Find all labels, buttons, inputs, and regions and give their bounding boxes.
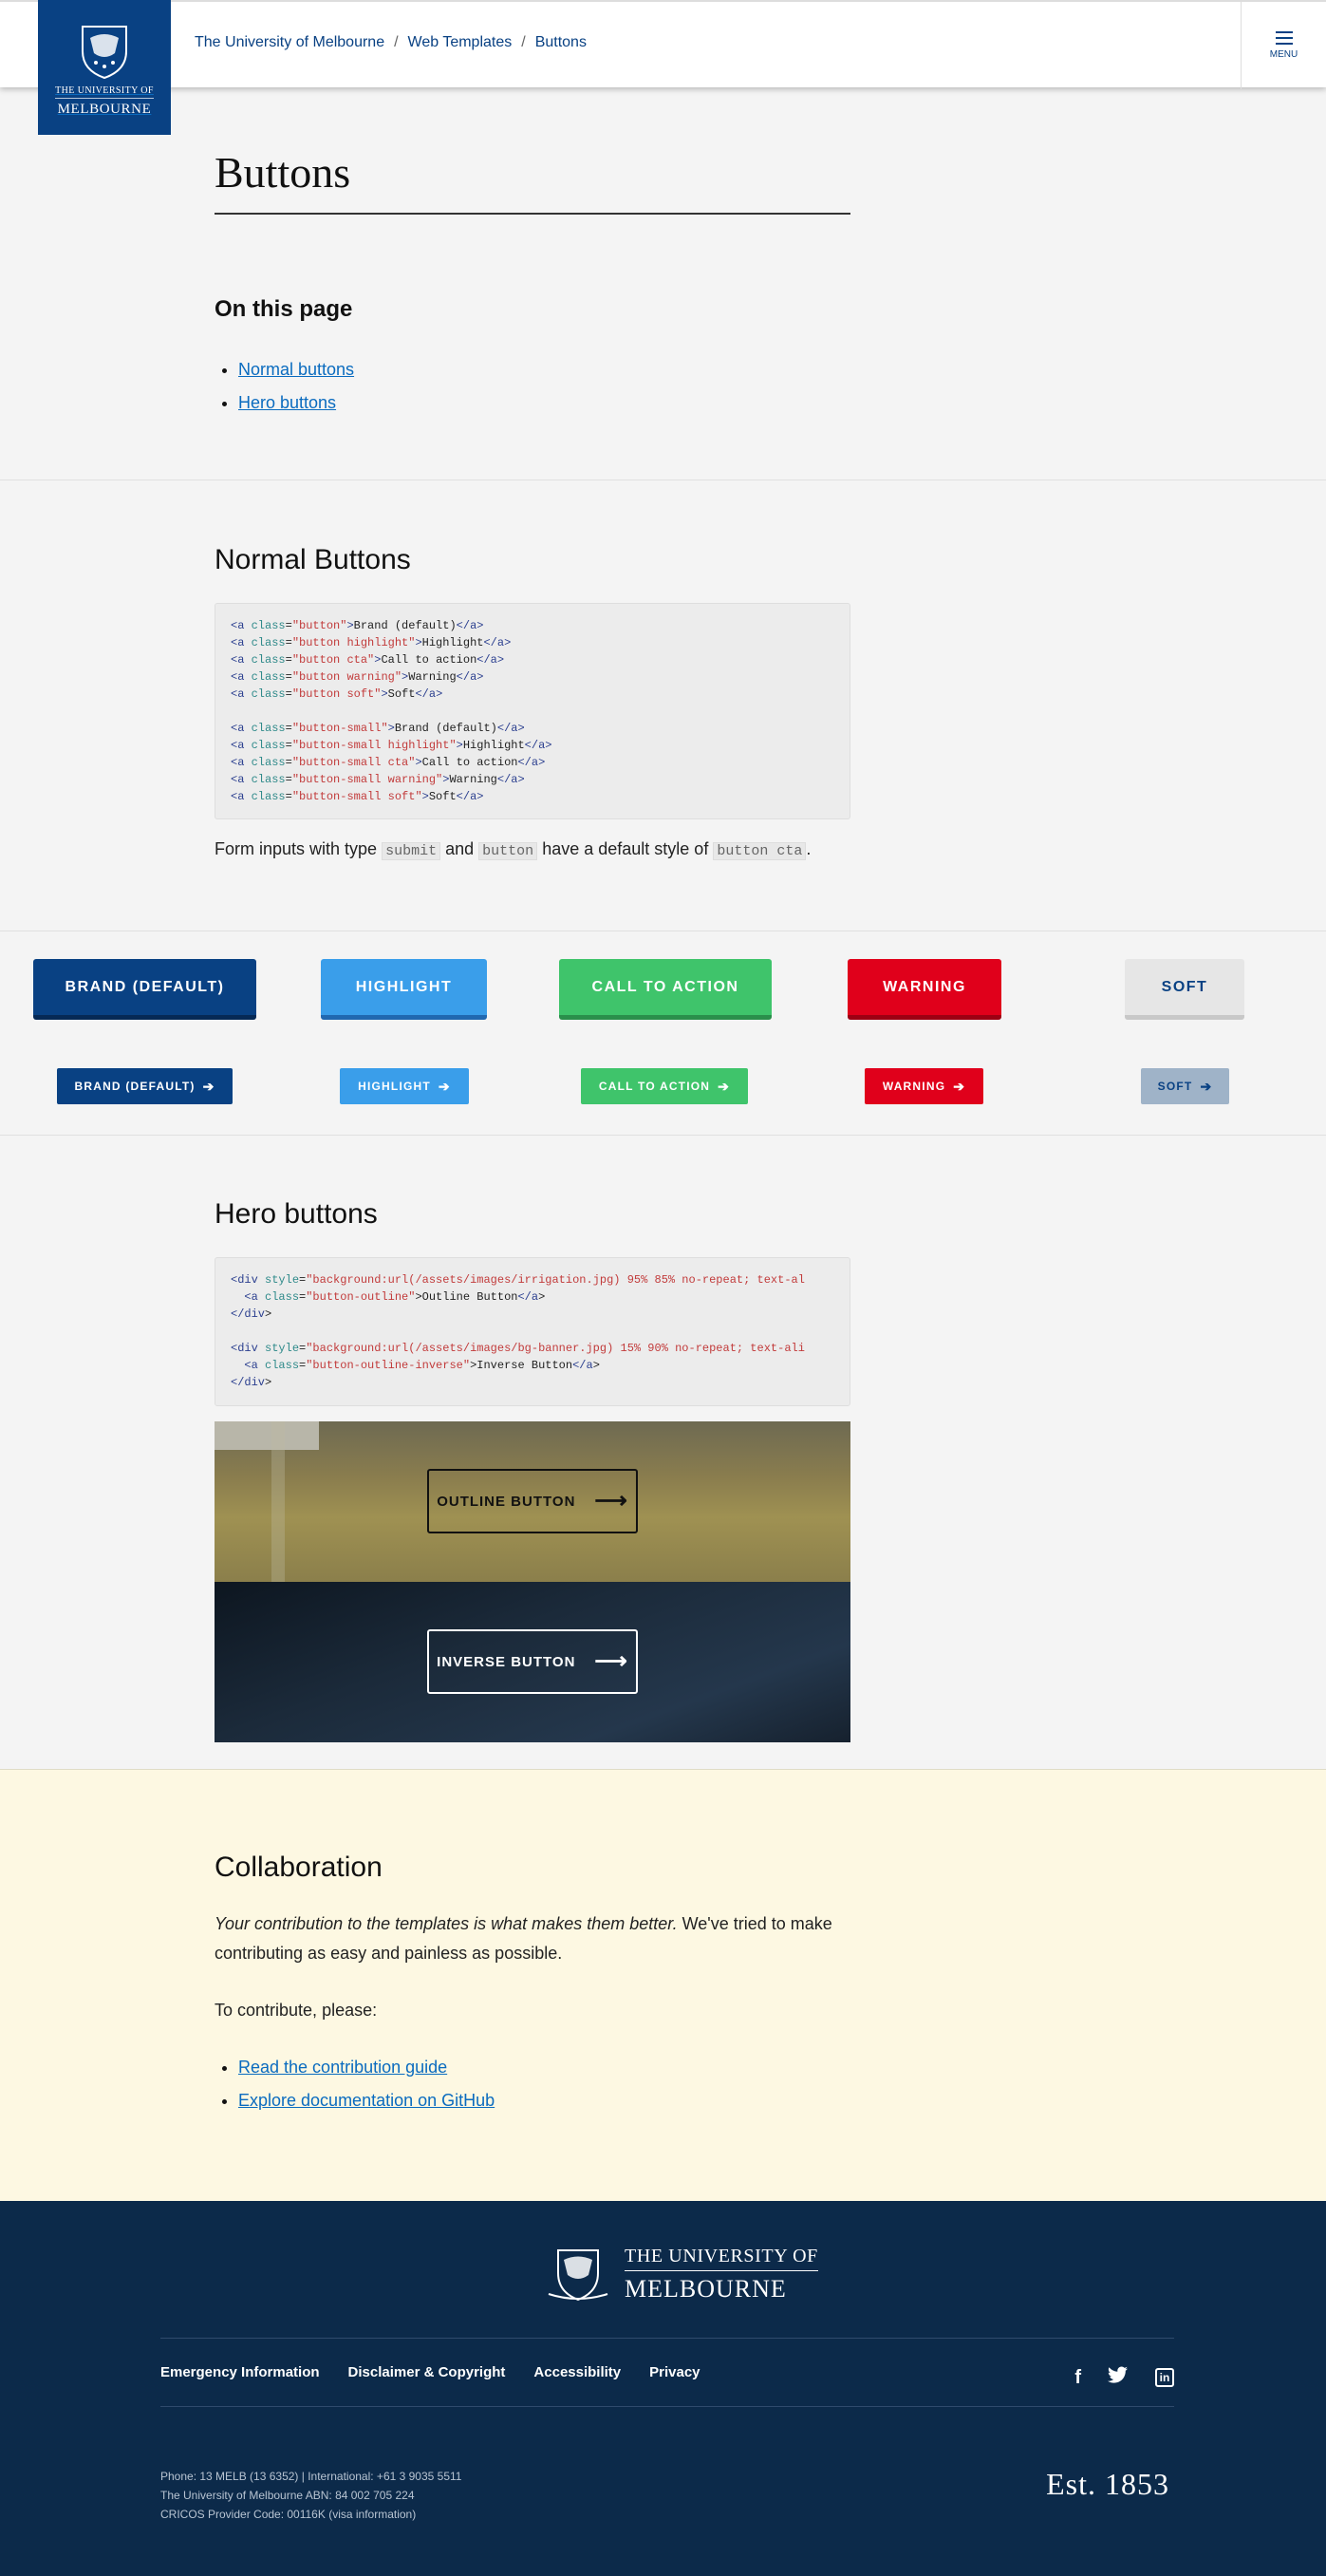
collaboration-heading: Collaboration	[215, 1852, 383, 1883]
breadcrumb-separator: /	[394, 34, 399, 50]
hero-buttons-heading: Hero buttons	[215, 1198, 378, 1230]
footer-contact-info: Phone: 13 MELB (13 6352) | International…	[160, 2467, 461, 2524]
toc-item: Hero buttons	[238, 386, 850, 420]
toc-link-hero-buttons[interactable]: Hero buttons	[238, 393, 336, 412]
footer-logo[interactable]: THE UNIVERSITY OF MELBOURNE	[545, 2245, 818, 2303]
table-of-contents: Normal buttons Hero buttons	[215, 353, 850, 420]
section-divider	[0, 479, 1326, 480]
crest-icon	[548, 2249, 608, 2302]
breadcrumb-separator: /	[521, 34, 526, 50]
soft-small-button[interactable]: SOFT ➔	[1141, 1068, 1229, 1104]
site-header: The University of Melbourne / Web Templa…	[0, 0, 1326, 89]
inverse-outline-button[interactable]: INVERSE BUTTON ⟶	[427, 1629, 638, 1694]
call-to-action-small-button[interactable]: CALL TO ACTION ➔	[581, 1068, 748, 1104]
list-item: Explore documentation on GitHub	[238, 2084, 850, 2117]
outline-button[interactable]: OUTLINE BUTTON ⟶	[427, 1469, 638, 1533]
code-button: button	[478, 842, 538, 860]
brand-small-button[interactable]: BRAND (DEFAULT) ➔	[57, 1068, 233, 1104]
highlight-small-button[interactable]: HIGHLIGHT ➔	[340, 1068, 469, 1104]
normal-buttons-code: <a class="button">Brand (default)</a> <a…	[215, 603, 850, 819]
twitter-icon[interactable]	[1108, 2366, 1129, 2389]
code-block-lines: <a class="button">Brand (default)</a> <a…	[231, 619, 552, 803]
collaboration-section	[0, 1769, 1326, 2201]
hero-dark-banner: INVERSE BUTTON ⟶	[215, 1582, 850, 1742]
arrow-right-icon: ➔	[953, 1078, 966, 1094]
on-this-page-heading: On this page	[215, 296, 353, 322]
logo-text-line2: MELBOURNE	[57, 102, 152, 117]
normal-buttons-heading: Normal Buttons	[215, 544, 411, 575]
breadcrumb-web-templates[interactable]: Web Templates	[408, 34, 513, 51]
long-arrow-right-icon: ⟶	[594, 1648, 628, 1674]
linkedin-icon[interactable]: in	[1155, 2368, 1174, 2387]
code-button-cta: button cta	[713, 842, 807, 860]
toc-item: Normal buttons	[238, 353, 850, 386]
footer-cricos: CRICOS Provider Code: 00116K (visa infor…	[160, 2508, 417, 2521]
footer-divider	[160, 2338, 1174, 2339]
call-to-action-button[interactable]: CALL TO ACTION	[559, 959, 772, 1020]
github-docs-link[interactable]: Explore documentation on GitHub	[238, 2091, 495, 2110]
warning-button[interactable]: WARNING	[848, 959, 1001, 1020]
contribution-guide-link[interactable]: Read the contribution guide	[238, 2058, 447, 2077]
form-inputs-note: Form inputs with type submit and button …	[215, 839, 812, 860]
arrow-right-icon: ➔	[438, 1078, 451, 1094]
footer-logo-line1: THE UNIVERSITY OF	[625, 2246, 818, 2271]
long-arrow-right-icon: ⟶	[594, 1488, 628, 1514]
small-buttons-row: BRAND (DEFAULT) ➔ HIGHLIGHT ➔ CALL TO ACTI…	[0, 1068, 1326, 1104]
menu-label: MENU	[1269, 49, 1298, 60]
crest-icon	[82, 26, 127, 80]
arrow-right-icon: ➔	[718, 1078, 731, 1094]
logo-text-line1: THE UNIVERSITY OF	[55, 85, 154, 99]
arrow-right-icon: ➔	[202, 1078, 215, 1094]
arrow-right-icon: ➔	[1200, 1078, 1213, 1094]
footer-phone: Phone: 13 MELB (13 6352) | International…	[160, 2470, 462, 2483]
emergency-information-link[interactable]: Emergency Information	[160, 2364, 320, 2380]
code-block-lines: <div style="background:url(/assets/image…	[231, 1273, 805, 1389]
breadcrumb-current: Buttons	[534, 34, 587, 50]
footer-links: Emergency Information Disclaimer & Copyr…	[160, 2364, 700, 2380]
breadcrumb: The University of Melbourne / Web Templa…	[195, 34, 587, 51]
page-title: Buttons	[215, 147, 850, 215]
university-logo[interactable]: THE UNIVERSITY OF MELBOURNE	[38, 0, 171, 135]
hero-irrigation-banner: OUTLINE BUTTON ⟶	[215, 1421, 850, 1582]
footer-abn: The University of Melbourne ABN: 84 002 …	[160, 2489, 415, 2502]
hamburger-icon	[1275, 31, 1293, 45]
footer-logo-line2: MELBOURNE	[625, 2274, 787, 2303]
soft-button[interactable]: SOFT	[1125, 959, 1244, 1020]
footer-divider	[160, 2406, 1174, 2407]
privacy-link[interactable]: Privacy	[649, 2364, 700, 2380]
section-divider	[0, 1135, 1326, 1136]
breadcrumb-home[interactable]: The University of Melbourne	[195, 34, 384, 51]
facebook-icon[interactable]: f	[1074, 2367, 1081, 2389]
code-submit: submit	[382, 842, 441, 860]
collaboration-links: Read the contribution guide Explore docu…	[215, 2051, 850, 2117]
disclaimer-copyright-link[interactable]: Disclaimer & Copyright	[348, 2364, 506, 2380]
brand-button[interactable]: BRAND (DEFAULT)	[33, 959, 256, 1020]
collaboration-paragraph: Your contribution to the templates is wh…	[215, 1914, 832, 1963]
warning-small-button[interactable]: WARNING ➔	[865, 1068, 983, 1104]
list-item: Read the contribution guide	[238, 2051, 850, 2084]
established-year: Est. 1853	[1046, 2467, 1169, 2501]
accessibility-link[interactable]: Accessibility	[533, 2364, 621, 2380]
large-buttons-row: BRAND (DEFAULT) HIGHLIGHT CALL TO ACTION…	[0, 959, 1326, 1022]
contribute-text: To contribute, please:	[215, 2001, 378, 2020]
highlight-button[interactable]: HIGHLIGHT	[321, 959, 487, 1020]
hero-buttons-code: <div style="background:url(/assets/image…	[215, 1257, 850, 1406]
toc-link-normal-buttons[interactable]: Normal buttons	[238, 360, 354, 379]
site-footer: THE UNIVERSITY OF MELBOURNE Emergency In…	[0, 2201, 1326, 2576]
social-links: f in	[1074, 2366, 1174, 2389]
menu-button[interactable]: MENU	[1241, 2, 1326, 89]
